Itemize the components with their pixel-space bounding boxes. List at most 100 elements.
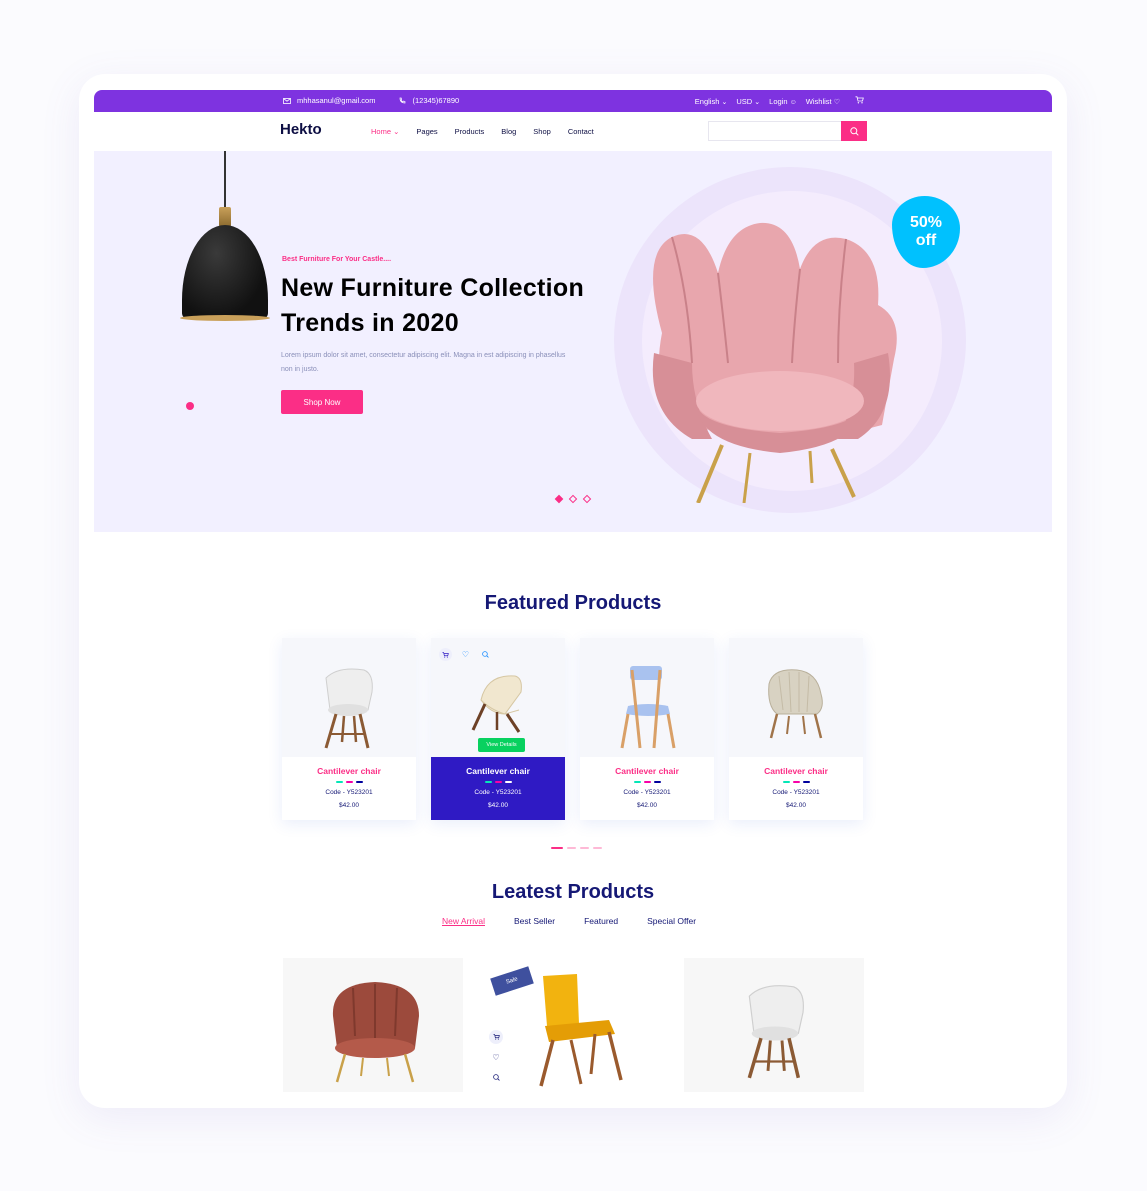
hero-title: New Furniture Collection Trends in 2020	[281, 274, 585, 337]
chevron-down-icon: ⌄	[754, 98, 761, 106]
login-link[interactable]: Login ☺	[769, 97, 797, 106]
email-link[interactable]: mhhasanul@gmail.com	[283, 96, 375, 105]
wishlist-link[interactable]: Wishlist ♡	[806, 97, 840, 106]
nav-item-pages[interactable]: Pages	[416, 127, 437, 136]
add-to-cart-icon[interactable]	[489, 1030, 503, 1044]
pink-armchair-image	[652, 222, 897, 503]
white-shell-chair-image	[747, 985, 804, 1079]
lounge-chair-image	[768, 669, 823, 739]
search-button[interactable]	[841, 121, 867, 141]
tab-best-seller[interactable]: Best Seller	[514, 916, 555, 926]
add-to-cart-icon[interactable]	[439, 648, 452, 661]
product-card[interactable]: Cantilever chair Code - Y523201 $42.00	[282, 638, 416, 820]
user-icon: ☺	[789, 98, 797, 106]
latest-tabs: New Arrival Best Seller Featured Special…	[442, 916, 696, 926]
product-image-area	[729, 638, 863, 757]
product-price: $42.00	[637, 802, 657, 809]
pendant-lamp-image	[182, 225, 268, 319]
rust-armchair-image	[332, 982, 419, 1083]
hero-kicker: Best Furniture For Your Castle....	[282, 256, 392, 263]
currency-select[interactable]: USD ⌄	[736, 97, 760, 106]
heart-icon: ♡	[833, 98, 840, 106]
logo[interactable]: Hekto	[280, 121, 322, 138]
discount-badge: 50% off	[892, 196, 960, 268]
tab-new-arrival[interactable]: New Arrival	[442, 916, 485, 926]
slide-dot-3[interactable]	[582, 494, 592, 504]
product-info: Cantilever chair Code - Y523201 $42.00	[729, 766, 863, 809]
product-code: Code - Y523201	[474, 789, 522, 796]
color-swatches	[580, 781, 714, 783]
product-name[interactable]: Cantilever chair	[282, 766, 416, 776]
top-bar: mhhasanul@gmail.com (12345)67890 English…	[94, 90, 1052, 112]
nav-item-blog[interactable]: Blog	[501, 127, 516, 136]
product-name[interactable]: Cantilever chair	[729, 766, 863, 776]
color-swatches	[282, 781, 416, 783]
discount-off: off	[915, 232, 937, 249]
latest-product-card[interactable]	[283, 958, 463, 1092]
product-price: $42.00	[488, 802, 508, 809]
language-select[interactable]: English ⌄	[695, 97, 728, 106]
card-actions: ♡	[439, 648, 492, 661]
tab-featured[interactable]: Featured	[584, 916, 618, 926]
product-code: Code - Y523201	[772, 789, 820, 796]
product-card[interactable]: ♡ View Details Cantilever chair Code - Y…	[431, 638, 565, 820]
color-swatches	[431, 781, 565, 783]
chevron-down-icon: ⌄	[721, 98, 728, 106]
wishlist-heart-icon[interactable]: ♡	[489, 1050, 503, 1064]
slide-dot-2[interactable]	[568, 494, 578, 504]
product-name[interactable]: Cantilever chair	[431, 757, 565, 776]
product-image-area	[282, 638, 416, 757]
lamp-cord	[224, 151, 226, 207]
search-icon	[849, 126, 859, 136]
lamp-neck	[219, 207, 231, 227]
nav-item-contact[interactable]: Contact	[568, 127, 594, 136]
pager-dot[interactable]	[551, 847, 563, 849]
latest-card-actions: ♡	[489, 1030, 503, 1084]
phone-icon	[400, 97, 406, 104]
website: mhhasanul@gmail.com (12345)67890 English…	[94, 90, 1052, 1108]
nav-item-shop[interactable]: Shop	[533, 127, 551, 136]
nav-item-home[interactable]: Home ⌄	[371, 127, 399, 136]
wishlist-heart-icon[interactable]: ♡	[459, 648, 472, 661]
zoom-icon[interactable]	[479, 648, 492, 661]
nav-menu: Home ⌄ Pages Products Blog Shop Contact	[371, 127, 594, 136]
search-box	[708, 121, 867, 141]
pager-dot[interactable]	[580, 847, 589, 849]
product-card[interactable]: Cantilever chair Code - Y523201 $42.00	[729, 638, 863, 820]
phone-link[interactable]: (12345)67890	[399, 96, 459, 105]
search-input[interactable]	[709, 122, 839, 140]
product-info: Cantilever chair Code - Y523201 $42.00	[431, 757, 565, 820]
pager-dot[interactable]	[593, 847, 602, 849]
hero-banner: Best Furniture For Your Castle.... New F…	[94, 151, 1052, 532]
white-shell-chair-image	[324, 668, 373, 749]
slide-dot-1[interactable]	[554, 494, 564, 504]
cart-icon	[855, 96, 864, 104]
color-swatches	[729, 781, 863, 783]
cart-button[interactable]	[855, 96, 864, 106]
browser-frame: mhhasanul@gmail.com (12345)67890 English…	[79, 74, 1067, 1108]
main-nav: Hekto Home ⌄ Pages Products Blog Shop Co…	[94, 112, 1052, 151]
chevron-down-icon: ⌄	[391, 127, 400, 136]
tab-special-offer[interactable]: Special Offer	[647, 916, 696, 926]
shop-now-button[interactable]: Shop Now	[281, 390, 363, 414]
top-bar-actions: English ⌄ USD ⌄ Login ☺ Wishlist ♡	[695, 96, 864, 106]
product-info: Cantilever chair Code - Y523201 $42.00	[282, 766, 416, 809]
pager-dot[interactable]	[567, 847, 576, 849]
hero-slider-dots	[554, 494, 592, 504]
view-details-button[interactable]: View Details	[478, 738, 525, 752]
latest-product-card[interactable]	[684, 958, 864, 1092]
featured-pager	[551, 847, 602, 849]
featured-products: Cantilever chair Code - Y523201 $42.00 ♡	[282, 638, 863, 820]
product-price: $42.00	[339, 802, 359, 809]
hero-description: Lorem ipsum dolor sit amet, consectetur …	[281, 352, 566, 373]
product-image-area: ♡ View Details	[431, 638, 565, 757]
mail-icon	[283, 97, 291, 104]
product-name[interactable]: Cantilever chair	[580, 766, 714, 776]
folding-chair-image	[620, 666, 676, 749]
zoom-icon[interactable]	[489, 1070, 503, 1084]
product-image-area	[580, 638, 714, 757]
nav-item-products[interactable]: Products	[455, 127, 485, 136]
product-code: Code - Y523201	[325, 789, 373, 796]
discount-percent: 50%	[909, 214, 943, 231]
product-card[interactable]: Cantilever chair Code - Y523201 $42.00	[580, 638, 714, 820]
